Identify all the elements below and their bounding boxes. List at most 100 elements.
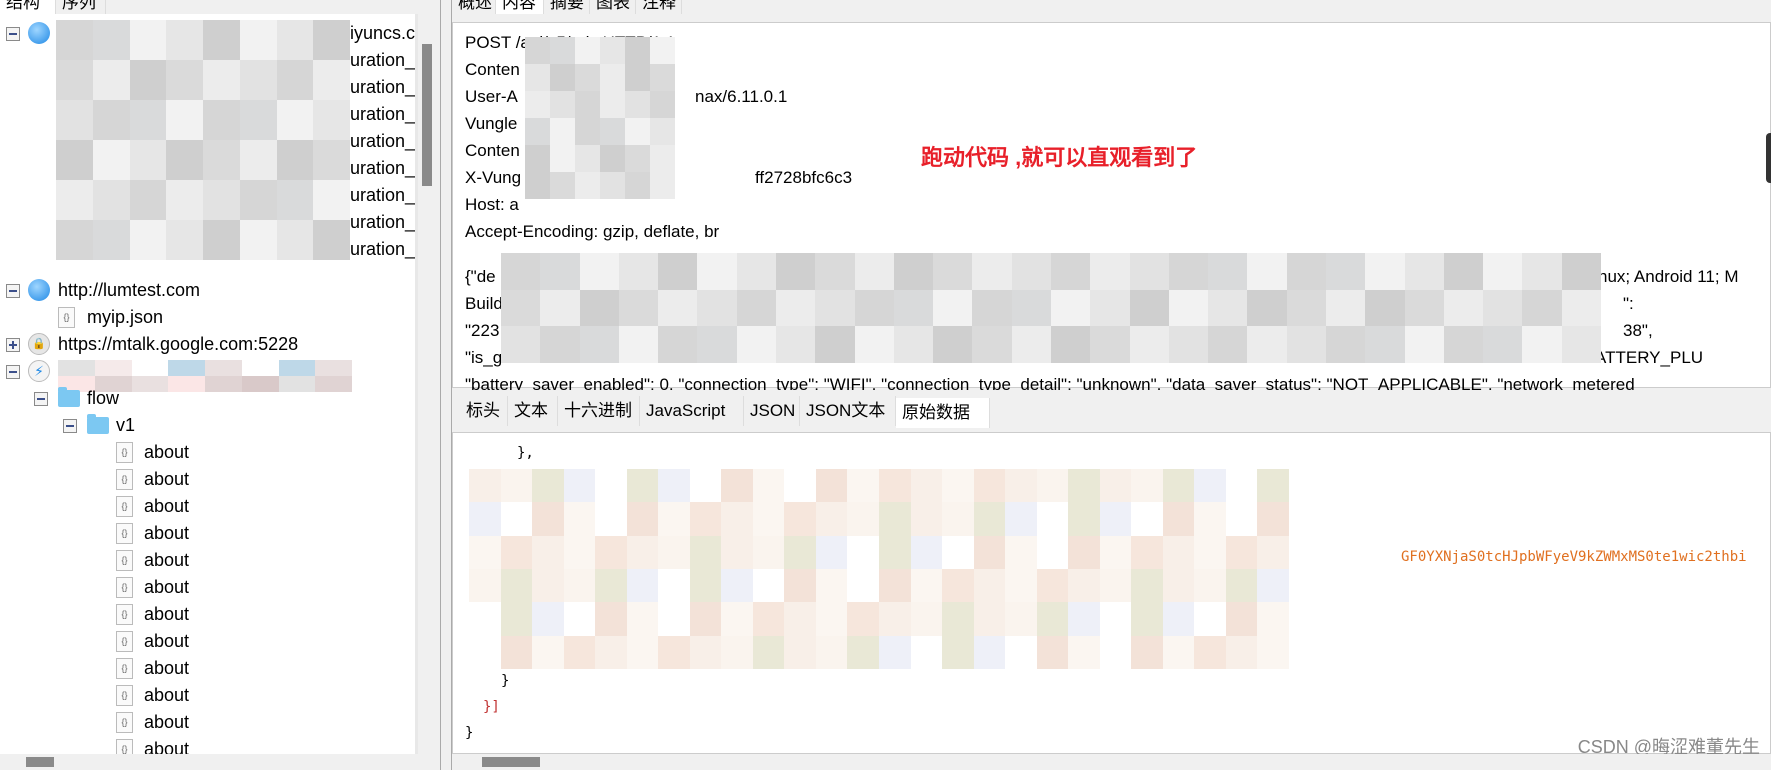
tree-item[interactable]: uration_ [350, 236, 415, 263]
request-content[interactable]: POST /api/v5/ads HTTP/1.1ContenUser-AVun… [452, 22, 1771, 394]
collapse-icon[interactable] [6, 284, 20, 298]
tab-4[interactable]: 注释 [636, 0, 682, 14]
json-file-icon: {} [116, 577, 133, 598]
item-label: myip.json [87, 307, 164, 327]
annotation-text: 跑动代码 ,就可以直观看到了 [921, 145, 1198, 170]
item-label: uration_ [350, 104, 416, 124]
collapse-icon[interactable] [6, 365, 20, 379]
item-label: about [144, 469, 190, 489]
tab-1[interactable]: 内容 [496, 0, 544, 14]
subtab-5[interactable]: JSON文本 [800, 396, 896, 426]
redacted-region [525, 37, 675, 199]
body-line-end: 38", [1623, 321, 1653, 340]
header-value: nax/6.11.0.1 [695, 87, 788, 106]
tree-item[interactable]: uration_ [350, 101, 415, 128]
redacted-region [56, 20, 350, 260]
json-file-icon: {} [116, 712, 133, 733]
folder-label: flow [87, 388, 120, 408]
item-label: uration_ [350, 158, 416, 178]
item-label: uration_ [350, 239, 416, 259]
json-file-icon: {} [116, 604, 133, 625]
code-line: }] [483, 699, 500, 715]
horizontal-scrollbar[interactable] [452, 754, 1771, 770]
item-label: about [144, 442, 190, 462]
item-label: uration_ [350, 185, 416, 205]
code-line: }, [517, 445, 534, 461]
code-line: } [501, 673, 510, 689]
item-label: about [144, 712, 190, 732]
header-line: Vungle [465, 114, 518, 133]
redacted-region [501, 253, 1601, 363]
code-line: } [465, 725, 474, 741]
folder-icon [87, 414, 109, 434]
subtab-4[interactable]: JSON [744, 396, 800, 426]
scrollbar-thumb[interactable] [422, 44, 432, 186]
lock-icon: 🔒 [28, 333, 50, 355]
header-line: Conten [465, 141, 520, 160]
json-file-icon: {} [116, 550, 133, 571]
tab-structure[interactable]: 结构 [0, 0, 56, 14]
tab-3[interactable]: 图表 [590, 0, 636, 14]
scroll-handle[interactable] [1766, 133, 1771, 183]
header-value: ff2728bfc6c3 [755, 168, 853, 187]
expand-icon[interactable] [6, 338, 20, 352]
header-line: User-A [465, 87, 518, 106]
json-file-icon: {} [116, 469, 133, 490]
collapse-icon[interactable] [34, 392, 48, 406]
tree-item[interactable]: uration_ [350, 155, 415, 182]
header-line: Conten [465, 60, 520, 79]
item-label: uration_ [350, 77, 416, 97]
host-label: http://lumtest.com [58, 280, 201, 300]
body-line: Build [465, 294, 503, 313]
json-file-icon: {} [58, 307, 75, 328]
subtab-3[interactable]: JavaScript [640, 396, 744, 426]
horizontal-scrollbar[interactable] [0, 754, 440, 770]
subtab-0[interactable]: 标头 [460, 396, 508, 426]
encoded-string: GF0YXNjaS0tcHJpbWFyeV9kZWMxMS0te1wic2thb… [1401, 549, 1747, 565]
header-line: Host: a [465, 195, 519, 214]
raw-data-view[interactable]: }, GF0YXNjaS0tcHJpbWFyeV9kZWMxMS0te1wic2… [452, 432, 1771, 757]
item-label: uration_ [350, 50, 416, 70]
json-file-icon: {} [116, 685, 133, 706]
item-label: about [144, 685, 190, 705]
collapse-icon[interactable] [63, 419, 77, 433]
split-divider[interactable] [440, 0, 452, 770]
collapse-icon[interactable] [6, 27, 20, 41]
item-label: about [144, 604, 190, 624]
subtab-6[interactable]: 原始数据 [896, 398, 990, 428]
tree-item[interactable]: uration_ [350, 47, 415, 74]
tab-0[interactable]: 概述 [452, 0, 496, 14]
tree-item[interactable]: uration_ [350, 74, 415, 101]
body-line: "223 [465, 321, 500, 340]
folder-icon [58, 387, 80, 407]
item-label: about [144, 658, 190, 678]
item-label: about [144, 577, 190, 597]
json-file-icon: {} [116, 523, 133, 544]
vertical-scrollbar[interactable] [415, 14, 418, 754]
header-line: X-Vung [465, 168, 522, 187]
json-file-icon: {} [116, 631, 133, 652]
body-view-tabs: 标头 文本 十六进制 JavaScript JSON JSON文本 原始数据 [452, 390, 1771, 428]
tree-item[interactable]: uration_ [350, 209, 415, 236]
tab-2[interactable]: 摘要 [544, 0, 590, 14]
tab-sequence[interactable]: 序列 [56, 0, 106, 14]
subtab-1[interactable]: 文本 [508, 396, 558, 426]
subtab-2[interactable]: 十六进制 [558, 396, 640, 426]
redacted-region [469, 469, 1289, 669]
header-line: Accept-Encoding: gzip, deflate, br [465, 222, 720, 241]
json-file-icon: {} [116, 658, 133, 679]
item-label: uration_ [350, 131, 416, 151]
item-label: uration_ [350, 212, 416, 232]
body-line: "is_g [465, 348, 503, 367]
body-line-end: ": [1623, 294, 1634, 313]
lightning-icon: ⚡ [28, 360, 50, 382]
host-label: iyuncs.c [350, 23, 416, 43]
body-line-end: nux; Android 11; M [1598, 267, 1739, 286]
body-line: {"de [465, 267, 496, 286]
globe-icon [28, 279, 50, 301]
item-label: about [144, 523, 190, 543]
tree-item[interactable]: uration_ [350, 128, 415, 155]
item-label: about [144, 550, 190, 570]
tree-item[interactable]: uration_ [350, 182, 415, 209]
host-label: https://mtalk.google.com:5228 [58, 334, 299, 354]
